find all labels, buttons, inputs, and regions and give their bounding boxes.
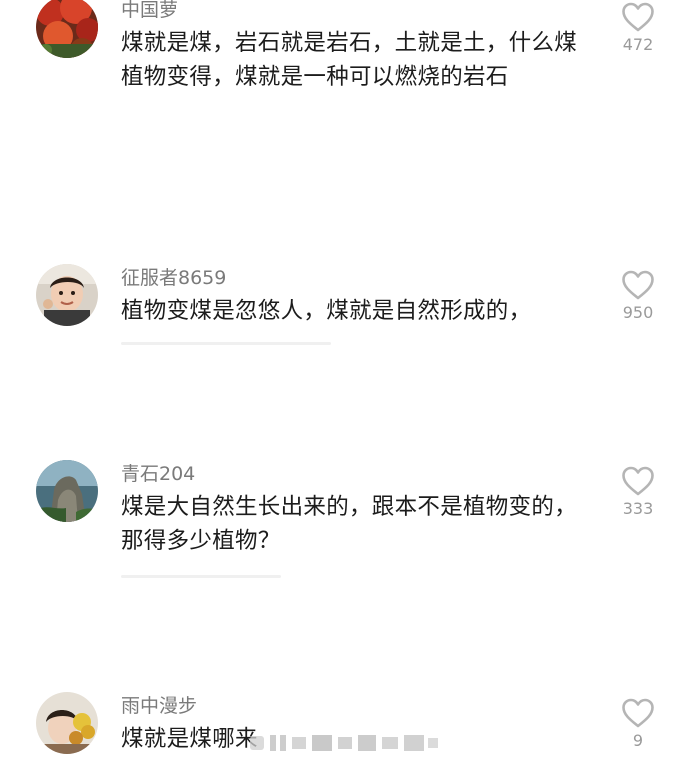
separator [121,575,281,578]
heart-outline-icon[interactable] [621,466,655,497]
like-button[interactable]: 333 [612,466,664,519]
comment-text: 煤是大自然生长出来的，跟本不是植物变的，那得多少植物？ [121,494,578,554]
like-count: 333 [622,499,654,518]
comment-text: 植物变煤是忽悠人，煤就是自然形成的， [121,298,532,324]
heart-outline-icon[interactable] [621,270,655,301]
username[interactable]: 征服者8659 [121,266,226,290]
username[interactable]: 中国萝 [121,0,178,22]
avatar[interactable] [36,264,98,326]
username[interactable]: 雨中漫步 [121,694,197,718]
comment-text: 煤就是煤，岩石就是岩石，土就是土，什么煤植物变得，煤就是一种可以燃烧的岩石 [121,30,578,90]
like-count: 950 [622,303,654,322]
avatar[interactable] [36,460,98,522]
username[interactable]: 青石204 [121,462,195,486]
avatar[interactable] [36,0,98,58]
like-button[interactable]: 472 [612,2,664,55]
like-button[interactable]: 9 [612,698,664,751]
like-button[interactable]: 950 [612,270,664,323]
separator [121,342,331,345]
avatar[interactable] [36,692,98,754]
like-count: 9 [632,731,644,750]
heart-outline-icon[interactable] [621,698,655,729]
like-count: 472 [622,35,654,54]
heart-outline-icon[interactable] [621,2,655,33]
watermark [250,732,440,754]
